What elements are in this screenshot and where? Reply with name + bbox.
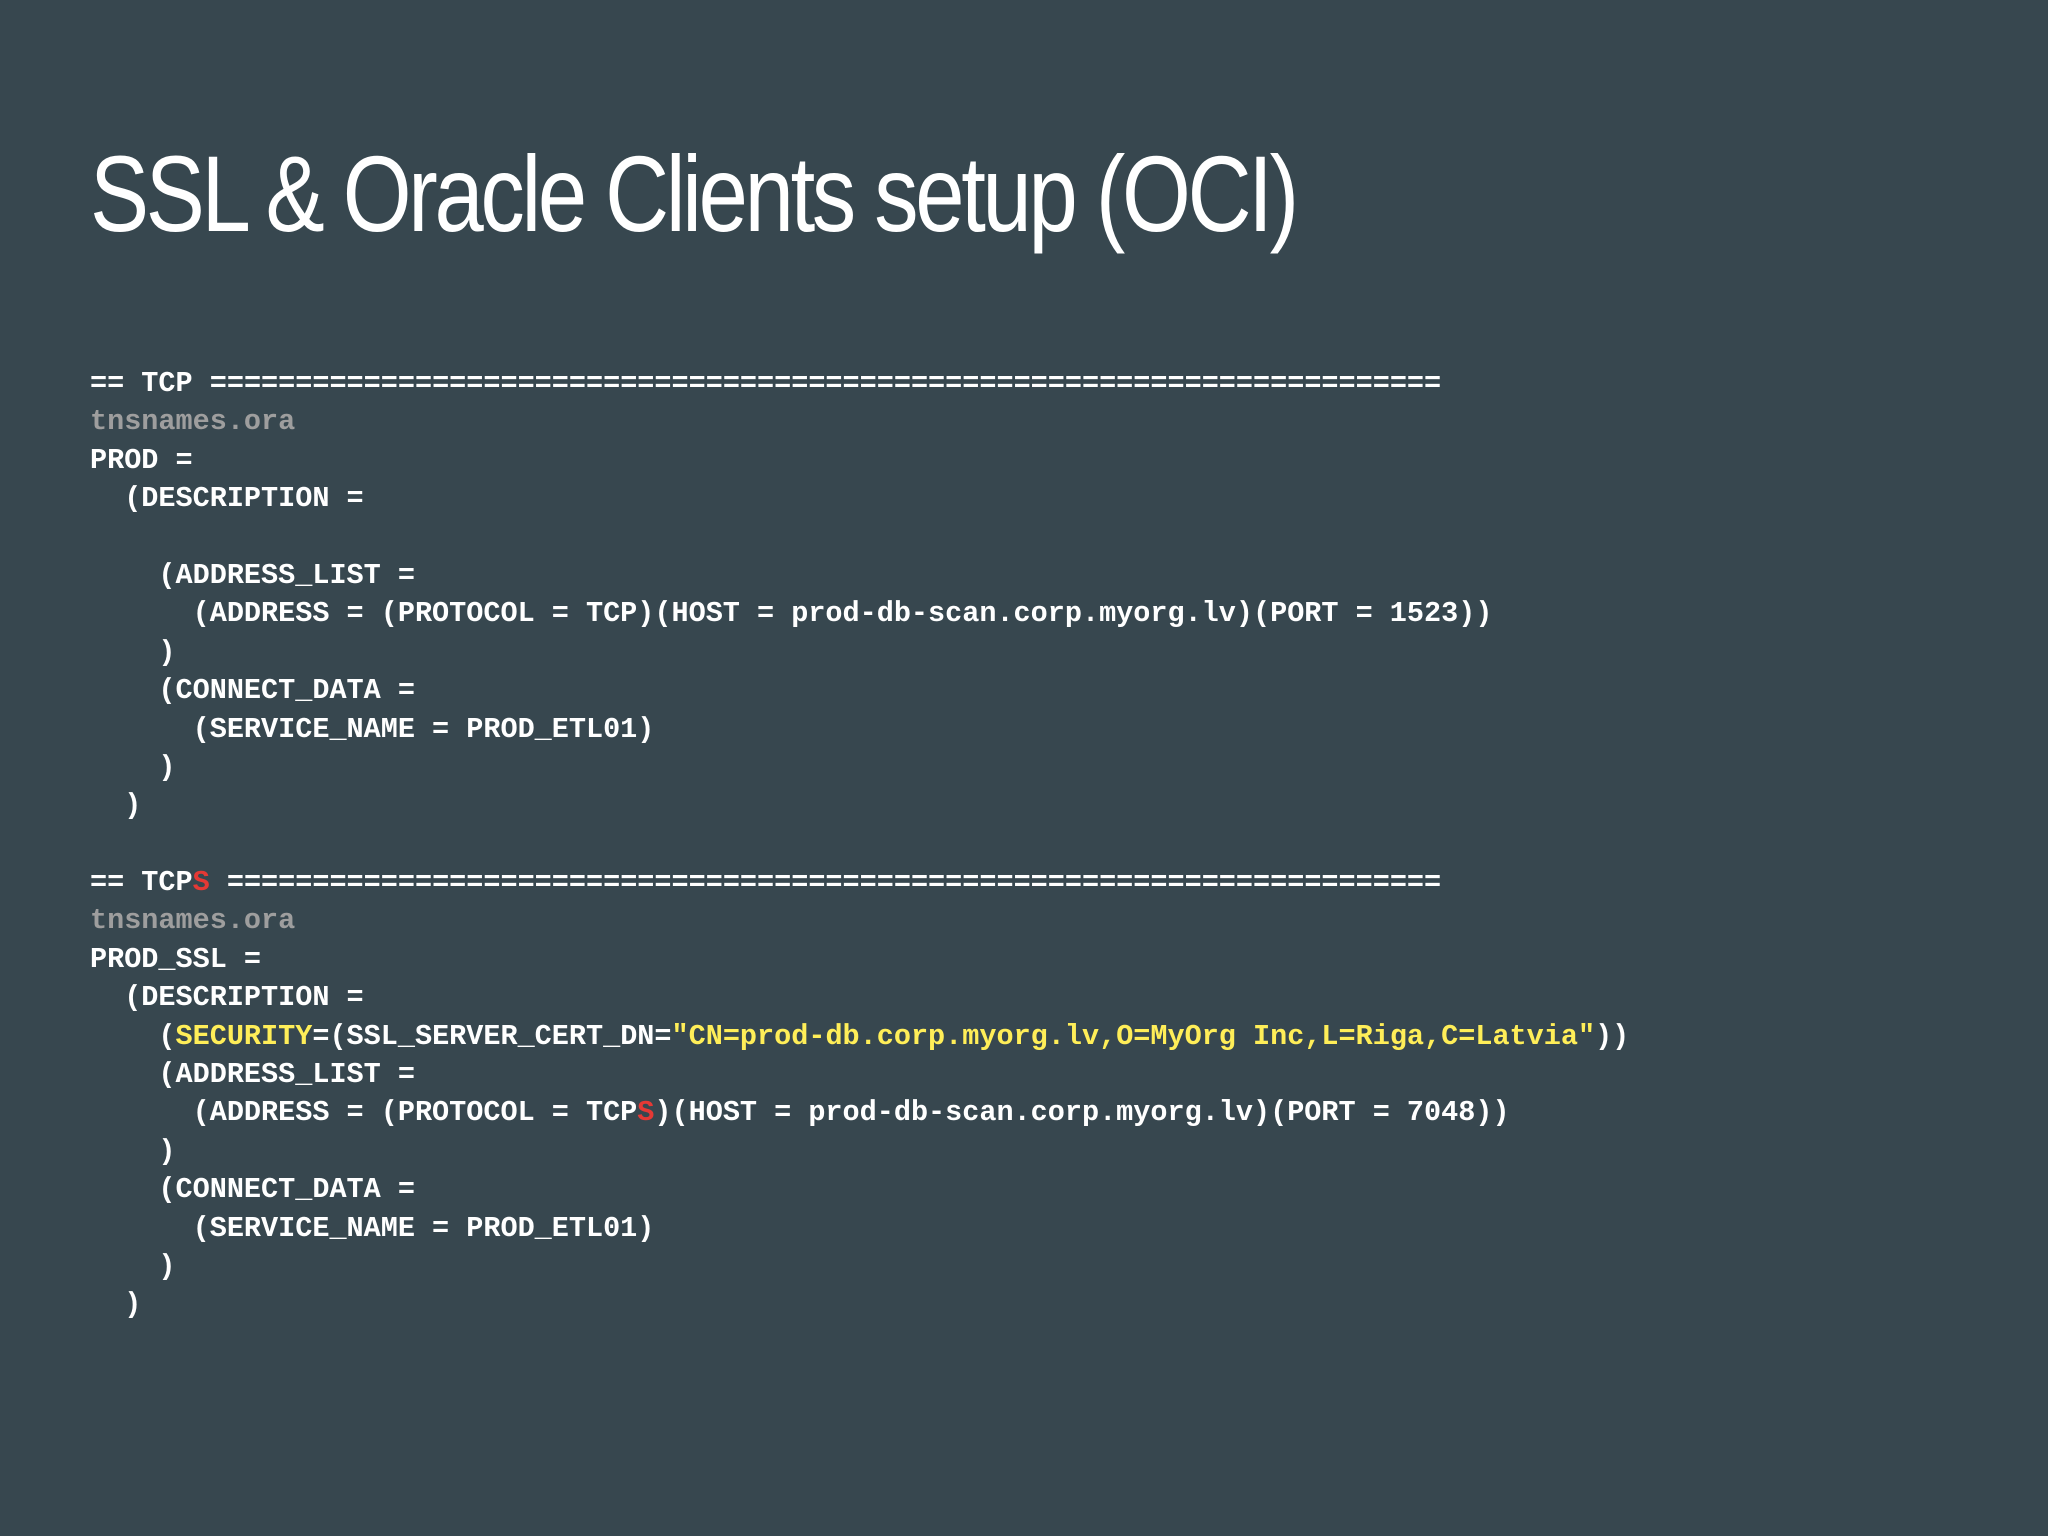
tcp-close-address-list: ): [90, 635, 176, 669]
tcps-config-block: == TCPS ================================…: [90, 864, 1629, 1325]
tcps-security-middle: =(SSL_SERVER_CERT_DN=: [312, 1019, 672, 1053]
tcps-header-prefix: == TCP: [90, 866, 193, 899]
tcp-header-rule: ========================================…: [209, 367, 1442, 400]
tcp-service-name-line: (SERVICE_NAME = PROD_ETL01): [90, 712, 655, 746]
tcp-alias-line: PROD =: [90, 443, 193, 477]
tcp-close-connect-data: ): [90, 750, 176, 784]
tcps-header-rule: ========================================…: [209, 866, 1442, 899]
tcp-close-description: ): [90, 789, 142, 823]
tcps-security-keyword: SECURITY: [175, 1019, 313, 1053]
tcps-alias-line: PROD_SSL =: [90, 942, 262, 976]
tcps-header-accent: S: [192, 866, 210, 899]
tcp-config-block: == TCP =================================…: [90, 365, 1492, 826]
tcps-close-connect-data: ): [90, 1249, 176, 1283]
tcps-security-line: (SECURITY=(SSL_SERVER_CERT_DN="CN=prod-d…: [90, 1018, 1629, 1056]
slide-title: SSL & Oracle Clients setup (OCI): [90, 133, 1299, 254]
tcps-section-header: == TCPS ================================…: [90, 864, 1629, 902]
tcps-address-prefix: (ADDRESS = (PROTOCOL = TCP: [90, 1096, 638, 1130]
tcps-close-description: ): [90, 1288, 142, 1322]
tcp-section-header: == TCP =================================…: [90, 365, 1492, 403]
tcps-security-open: (: [90, 1019, 176, 1053]
tcp-header-prefix: == TCP: [90, 367, 210, 400]
tcps-address-suffix: )(HOST = prod-db-scan.corp.myorg.lv)(POR…: [654, 1096, 1510, 1130]
tcps-service-name-line: (SERVICE_NAME = PROD_ETL01): [90, 1211, 655, 1245]
tcps-close-address-list: ): [90, 1134, 176, 1168]
tcp-address-line: (ADDRESS = (PROTOCOL = TCP)(HOST = prod-…: [90, 597, 1493, 631]
tcp-blank-line: [90, 519, 1492, 557]
tcp-address-list-line: (ADDRESS_LIST =: [90, 558, 415, 592]
tcps-security-value: "CN=prod-db.corp.myorg.lv,O=MyOrg Inc,L=…: [671, 1019, 1596, 1053]
tcps-address-accent: S: [637, 1096, 655, 1130]
tcps-address-line: (ADDRESS = (PROTOCOL = TCPS)(HOST = prod…: [90, 1094, 1629, 1132]
tcp-description-line: (DESCRIPTION =: [90, 482, 364, 516]
tcps-file-label: tnsnames.ora: [90, 904, 296, 938]
tcps-connect-data-line: (CONNECT_DATA =: [90, 1173, 415, 1207]
tcp-file-label: tnsnames.ora: [90, 405, 296, 439]
tcp-connect-data-line: (CONNECT_DATA =: [90, 674, 415, 708]
tcps-address-list-line: (ADDRESS_LIST =: [90, 1057, 415, 1091]
tcps-description-line: (DESCRIPTION =: [90, 981, 364, 1015]
tcps-security-close: )): [1595, 1019, 1630, 1053]
